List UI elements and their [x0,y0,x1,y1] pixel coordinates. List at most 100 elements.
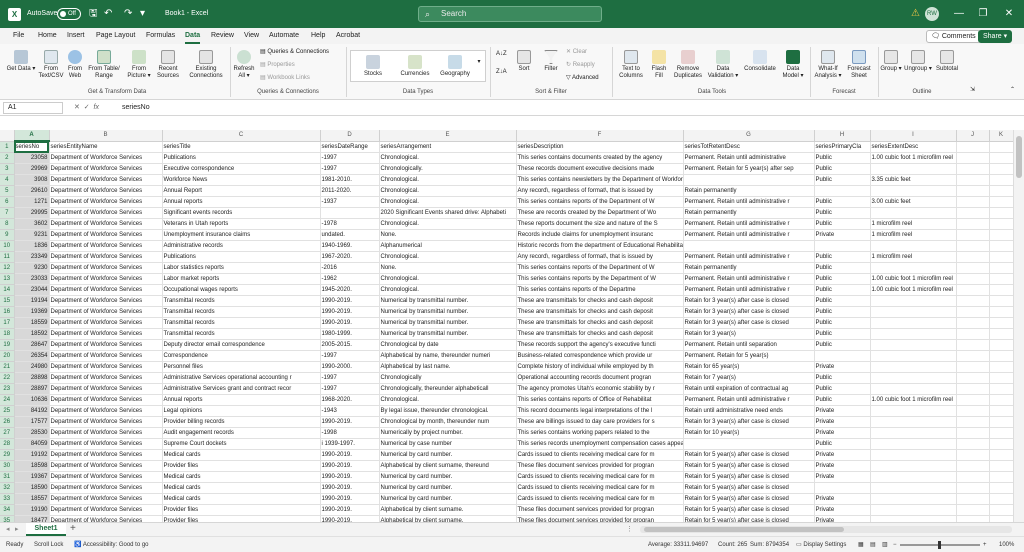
cancel-icon[interactable]: ✕ [74,104,80,111]
cell[interactable]: Chronological. [379,284,517,296]
cell[interactable]: Chronological. [379,394,517,406]
cell[interactable] [814,350,871,362]
cell[interactable]: undated. [320,229,380,241]
cell[interactable]: This series records unemployment compens… [516,438,684,450]
cell[interactable]: Public [814,438,871,450]
cell[interactable]: Department of Workforce Services [49,394,163,406]
cell[interactable]: 3.35 cubic feet [870,174,957,186]
cell[interactable] [870,317,957,329]
cell[interactable] [956,185,990,197]
cell[interactable] [870,306,957,318]
column-header-b[interactable]: B [49,130,163,142]
cell[interactable]: Retain for 3 year(s) after case is close… [683,306,815,318]
page-layout-view-icon[interactable]: ▤ [870,537,876,552]
cell[interactable]: Private [814,504,871,516]
cell[interactable]: 29610 [14,185,50,197]
cell[interactable]: Retain for 5 year(s) after case is close… [683,493,815,505]
sort-az-button[interactable]: A↓Z [496,50,507,58]
cell[interactable]: Public [814,152,871,164]
cell[interactable]: Department of Workforce Services [49,449,163,461]
cell[interactable] [989,350,1014,362]
autosave-toggle[interactable]: Off [57,8,81,20]
cell[interactable]: -2016 [320,262,380,274]
enter-icon[interactable]: ✓ [84,104,90,111]
cell[interactable]: Department of Workforce Services [49,273,163,285]
cell[interactable]: Retain for 3 year(s) after case is close… [683,416,815,428]
cell[interactable] [989,471,1014,483]
cell[interactable]: Public [814,383,871,395]
cell[interactable] [989,218,1014,230]
cell[interactable] [989,174,1014,186]
tab-data[interactable]: Data [185,28,201,44]
cell[interactable]: Any record\, regardless of format\, that… [516,251,684,263]
row-header[interactable]: 19 [0,339,15,351]
cell[interactable] [989,449,1014,461]
cell[interactable] [989,504,1014,516]
cell[interactable] [870,185,957,197]
tab-automate[interactable]: Automate [269,28,299,44]
comments-button[interactable]: 🗨 Comments [926,30,981,43]
cell[interactable]: Retain for 3 year(s) after case is close… [683,317,815,329]
cell[interactable]: Permanent. Retain until administrative r [683,251,815,263]
cell[interactable]: These are records created by the Departm… [516,207,684,219]
cell[interactable] [870,350,957,362]
cell[interactable]: Department of Workforce Services [49,240,163,252]
consolidate-button[interactable]: Consolidate [742,50,778,73]
cell[interactable]: Department of Workforce Services [49,471,163,483]
cell[interactable]: Department of Workforce Services [49,317,163,329]
group-button[interactable]: Group ▾ [880,50,902,73]
row-header[interactable]: 9 [0,229,15,241]
cell[interactable]: Annual reports [162,394,321,406]
cell[interactable]: 19190 [14,504,50,516]
cell[interactable]: Private [814,493,871,505]
undo-icon[interactable]: ↶ [104,7,112,21]
cell[interactable]: Private [814,361,871,373]
cell[interactable] [956,383,990,395]
cell[interactable]: 19192 [14,449,50,461]
column-header-g[interactable]: G [683,130,815,142]
cell[interactable]: 19367 [14,471,50,483]
cell[interactable]: 84059 [14,438,50,450]
tab-help[interactable]: Help [311,28,325,44]
row-header[interactable]: 15 [0,295,15,307]
column-header-f[interactable]: F [516,130,684,142]
cell[interactable]: 1990-2019. [320,482,380,494]
cell[interactable]: Private [814,460,871,472]
row-header[interactable]: 26 [0,416,15,428]
cell[interactable]: Numerically by project number. [379,427,517,439]
row-header[interactable]: 24 [0,394,15,406]
cell[interactable] [956,152,990,164]
cell[interactable]: 19194 [14,295,50,307]
cell[interactable]: Medical cards [162,449,321,461]
cell[interactable]: Chronological. [379,174,517,186]
cell[interactable]: These are transmittals for checks and ca… [516,317,684,329]
cell[interactable] [956,438,990,450]
row-header[interactable]: 5 [0,185,15,197]
normal-view-icon[interactable]: ▦ [858,537,864,552]
cell[interactable]: Permanent. Retain until administrative r [683,273,815,285]
cell[interactable]: Department of Workforce Services [49,438,163,450]
cell[interactable]: Annual reports [162,196,321,208]
cell[interactable]: 28530 [14,427,50,439]
cell[interactable]: 28647 [14,339,50,351]
cell[interactable]: Administrative records [162,240,321,252]
cell[interactable] [989,493,1014,505]
cell[interactable] [956,251,990,263]
cell[interactable]: Public [814,394,871,406]
cell[interactable]: Department of Workforce Services [49,460,163,472]
zoom-in-icon[interactable]: + [983,537,987,552]
cell[interactable]: Permanent. Retain for 5 year(s) [683,350,815,362]
zoom-slider-thumb[interactable] [938,541,941,549]
currencies-button[interactable]: Currencies [395,55,435,78]
cell[interactable] [956,504,990,516]
cell[interactable] [956,372,990,384]
cell[interactable]: Permanent. Retain until separation [683,339,815,351]
cell[interactable]: Numerical by card number. [379,449,517,461]
cell[interactable]: Alphabetical by name, thereunder numeri [379,350,517,362]
cell[interactable]: 1990-2019. [320,471,380,483]
cell[interactable]: 1271 [14,196,50,208]
cell[interactable]: Chronological. [379,185,517,197]
cell[interactable] [989,229,1014,241]
cell[interactable]: Private [814,471,871,483]
function-icon[interactable]: fx [94,104,99,111]
